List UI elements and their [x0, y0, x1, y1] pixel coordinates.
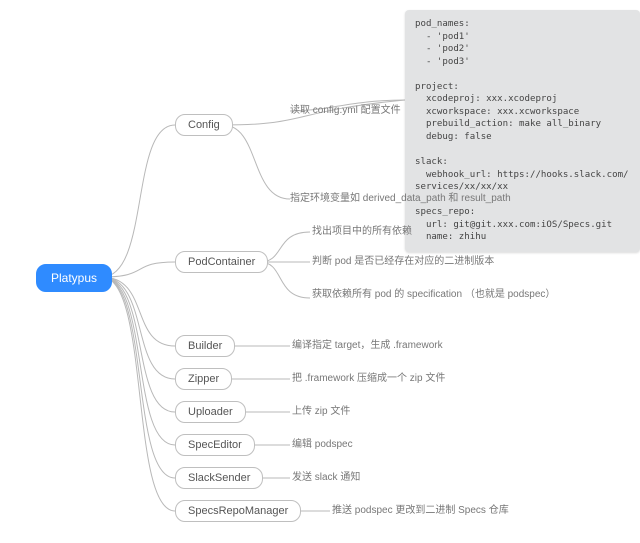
config-yml-code: pod_names: - 'pod1' - 'pod2' - 'pod3' pr… — [405, 10, 640, 252]
node-zipper: Zipper — [175, 368, 232, 390]
node-podcontainer: PodContainer — [175, 251, 268, 273]
leaf-srm: 推送 podspec 更改到二进制 Specs 仓库 — [332, 504, 509, 519]
node-slacksender: SlackSender — [175, 467, 263, 489]
leaf-pc-spec: 获取依赖所有 pod 的 specification （也就是 podspec） — [312, 288, 555, 303]
root-node-platypus: Platypus — [36, 264, 112, 292]
leaf-uploader: 上传 zip 文件 — [292, 405, 350, 420]
node-uploader: Uploader — [175, 401, 246, 423]
leaf-builder: 编译指定 target，生成 .framework — [292, 339, 443, 354]
leaf-speceditor: 编辑 podspec — [292, 438, 353, 453]
node-config: Config — [175, 114, 233, 136]
leaf-pc-find: 找出项目中的所有依赖 — [312, 225, 412, 240]
leaf-zipper: 把 .framework 压缩成一个 zip 文件 — [292, 372, 445, 387]
node-specsrepomanager: SpecsRepoManager — [175, 500, 301, 522]
node-builder: Builder — [175, 335, 235, 357]
leaf-config-env: 指定环境变量如 derived_data_path 和 result_path — [290, 192, 511, 207]
leaf-slack: 发送 slack 通知 — [292, 471, 360, 486]
node-speceditor: SpecEditor — [175, 434, 255, 456]
leaf-config-read: 读取 config.yml 配置文件 — [290, 104, 401, 119]
leaf-pc-judge: 判断 pod 是否已经存在对应的二进制版本 — [312, 255, 494, 270]
